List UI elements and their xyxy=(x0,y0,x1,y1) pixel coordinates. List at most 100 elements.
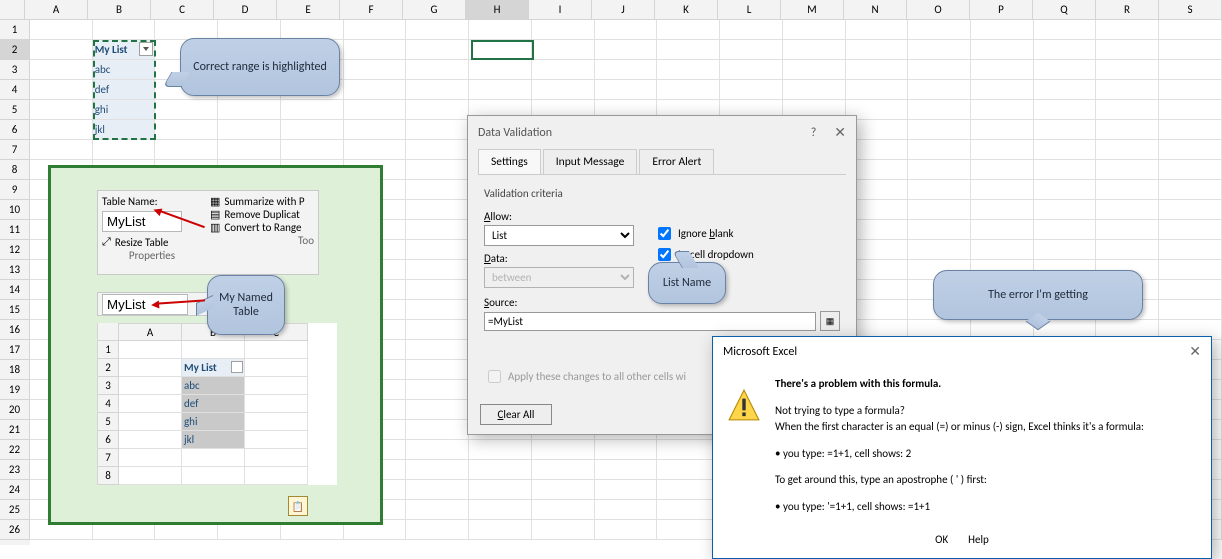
cell[interactable] xyxy=(657,40,720,60)
resize-table-button[interactable]: ⤢Resize Table xyxy=(102,235,192,249)
cell[interactable] xyxy=(595,80,658,100)
cell[interactable] xyxy=(406,200,469,220)
cell[interactable] xyxy=(971,40,1034,60)
cell[interactable] xyxy=(1034,120,1097,140)
cell[interactable] xyxy=(1159,240,1222,260)
row-header-24[interactable]: 24 xyxy=(0,480,30,500)
cell[interactable] xyxy=(406,360,469,380)
cell[interactable] xyxy=(532,460,595,480)
cell[interactable] xyxy=(971,20,1034,40)
cell[interactable] xyxy=(783,20,846,40)
source-input[interactable] xyxy=(484,312,816,331)
cell[interactable] xyxy=(1159,80,1222,100)
mini-cell[interactable] xyxy=(245,359,308,377)
ignore-blank-checkbox[interactable] xyxy=(658,227,671,240)
cell[interactable] xyxy=(532,20,595,40)
cell[interactable] xyxy=(93,20,156,40)
mini-row-header[interactable]: 5 xyxy=(97,413,119,431)
incell-dropdown-checkbox[interactable] xyxy=(658,248,671,261)
cell[interactable] xyxy=(469,60,532,80)
cell[interactable] xyxy=(1034,240,1097,260)
cell[interactable] xyxy=(1096,180,1159,200)
mini-cell[interactable] xyxy=(245,467,308,485)
cell[interactable] xyxy=(281,140,344,160)
cell[interactable] xyxy=(406,140,469,160)
cell[interactable]: abc xyxy=(93,60,156,80)
cell[interactable] xyxy=(595,520,658,540)
cell[interactable] xyxy=(846,80,909,100)
cell[interactable] xyxy=(720,60,783,80)
cell[interactable] xyxy=(1096,60,1159,80)
column-header-C[interactable]: C xyxy=(151,0,214,19)
cell[interactable] xyxy=(595,500,658,520)
row-header-15[interactable]: 15 xyxy=(0,300,30,320)
cell[interactable] xyxy=(657,440,720,460)
mini-cell[interactable] xyxy=(245,377,308,395)
mini-cell[interactable] xyxy=(245,449,308,467)
cell[interactable] xyxy=(720,80,783,100)
cell[interactable] xyxy=(1159,60,1222,80)
cell[interactable] xyxy=(30,100,93,120)
mini-cell[interactable] xyxy=(245,341,308,359)
cell[interactable] xyxy=(783,40,846,60)
cell[interactable] xyxy=(1096,160,1159,180)
cell[interactable] xyxy=(1096,20,1159,40)
cell[interactable] xyxy=(908,240,971,260)
column-header-K[interactable]: K xyxy=(655,0,718,19)
cell[interactable] xyxy=(1159,280,1222,300)
row-header-20[interactable]: 20 xyxy=(0,400,30,420)
mini-cell[interactable] xyxy=(245,395,308,413)
tab-settings[interactable]: Settings xyxy=(478,149,541,174)
cell[interactable] xyxy=(971,60,1034,80)
cell[interactable] xyxy=(406,340,469,360)
cell[interactable] xyxy=(971,160,1034,180)
tab-error-alert[interactable]: Error Alert xyxy=(639,149,714,174)
cell[interactable] xyxy=(595,460,658,480)
cell[interactable] xyxy=(1159,40,1222,60)
cell[interactable] xyxy=(406,260,469,280)
mini-corner[interactable] xyxy=(97,323,119,341)
mini-cell[interactable] xyxy=(119,341,182,359)
cell[interactable] xyxy=(1096,120,1159,140)
cell[interactable] xyxy=(406,480,469,500)
row-header-12[interactable]: 12 xyxy=(0,240,30,260)
cell[interactable] xyxy=(344,20,407,40)
cell[interactable] xyxy=(93,140,156,160)
cell[interactable] xyxy=(1159,180,1222,200)
cell[interactable] xyxy=(532,40,595,60)
table-filter-dropdown[interactable] xyxy=(139,42,153,56)
column-header-I[interactable]: I xyxy=(529,0,592,19)
table-filter-dropdown[interactable] xyxy=(231,361,243,373)
cell[interactable] xyxy=(218,140,281,160)
cell[interactable] xyxy=(406,180,469,200)
cell[interactable] xyxy=(469,460,532,480)
mini-cell[interactable] xyxy=(182,341,245,359)
cell[interactable] xyxy=(1096,140,1159,160)
cell[interactable]: ghi xyxy=(93,100,156,120)
mini-row-header[interactable]: 6 xyxy=(97,431,119,449)
cell[interactable] xyxy=(532,80,595,100)
cell[interactable] xyxy=(908,220,971,240)
column-header-P[interactable]: P xyxy=(970,0,1033,19)
row-header-16[interactable]: 16 xyxy=(0,320,30,340)
cell[interactable] xyxy=(406,520,469,540)
cell[interactable] xyxy=(30,60,93,80)
cell[interactable] xyxy=(971,180,1034,200)
cell[interactable] xyxy=(406,40,469,60)
cell[interactable] xyxy=(406,20,469,40)
cell[interactable] xyxy=(30,20,93,40)
cell[interactable] xyxy=(657,480,720,500)
cell[interactable] xyxy=(1034,200,1097,220)
close-icon[interactable]: ✕ xyxy=(834,124,846,141)
row-header-19[interactable]: 19 xyxy=(0,380,30,400)
summarize-pivot-button[interactable]: ▦Summarize with P xyxy=(210,195,308,208)
cell[interactable] xyxy=(532,500,595,520)
mini-row-header[interactable]: 3 xyxy=(97,377,119,395)
help-icon[interactable]: ? xyxy=(811,126,817,140)
cell[interactable] xyxy=(155,140,218,160)
column-header-F[interactable]: F xyxy=(340,0,403,19)
cell[interactable] xyxy=(281,120,344,140)
cell[interactable] xyxy=(469,20,532,40)
table-name-input[interactable] xyxy=(102,211,182,232)
row-header-9[interactable]: 9 xyxy=(0,180,30,200)
